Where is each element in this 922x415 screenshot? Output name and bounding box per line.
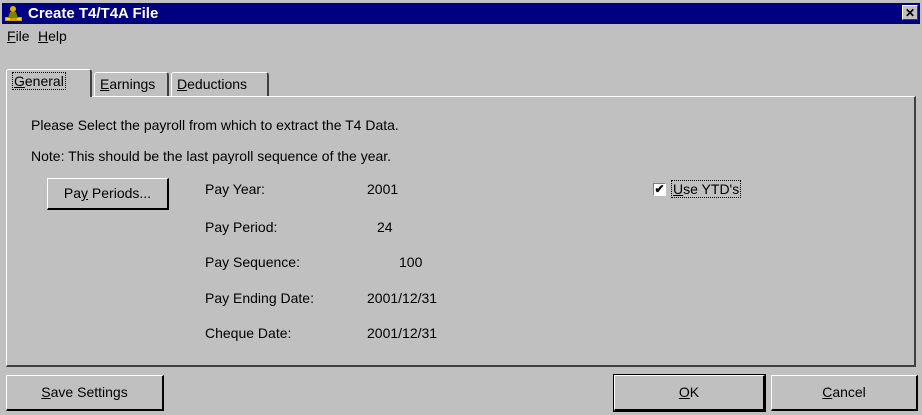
save-settings-mnemonic: S (41, 384, 51, 400)
tab-general-text: eneral (24, 73, 64, 89)
tab-general[interactable]: General (6, 69, 92, 97)
pay-periods-label-post: Periods... (88, 185, 152, 201)
save-settings-label: ave Settings (50, 384, 128, 400)
instruction-text: Please Select the payroll from which to … (31, 117, 399, 133)
cheque-date-label: Cheque Date: (205, 325, 292, 341)
menu-file-label: ile (15, 28, 30, 44)
cancel-label: ancel (832, 384, 866, 400)
app-icon (5, 6, 22, 21)
cancel-mnemonic: C (822, 384, 833, 400)
tab-general-label: General (12, 72, 66, 90)
cancel-button[interactable]: Cancel (771, 375, 918, 411)
pay-year-label: Pay Year: (205, 181, 265, 197)
close-icon: ✕ (904, 6, 916, 20)
pay-ending-date-value: 2001/12/31 (367, 290, 438, 306)
cheque-date-value: 2001/12/31 (367, 325, 438, 341)
use-ytd-checkbox[interactable]: ✔ (653, 183, 666, 196)
use-ytd-label[interactable]: Use YTD's (671, 180, 742, 198)
ok-button[interactable]: OK (613, 374, 766, 412)
use-ytd-mnemonic: U (673, 181, 684, 197)
pay-periods-label-pre: Pa (63, 185, 82, 201)
window-title: Create T4/T4A File (28, 5, 159, 22)
close-button[interactable]: ✕ (902, 5, 918, 20)
general-tab-panel: Please Select the payroll from which to … (6, 96, 916, 367)
menu-file[interactable]: File (7, 28, 30, 44)
pay-period-value: 24 (377, 219, 393, 235)
use-ytd-text: se YTD's (683, 181, 740, 197)
pay-period-label: Pay Period: (205, 219, 278, 235)
create-t4-window: Create T4/T4A File ✕ File Help General E… (0, 0, 922, 415)
ok-mnemonic: O (678, 384, 690, 400)
menu-help-label: elp (48, 28, 67, 44)
menu-bar: File Help (2, 27, 920, 46)
title-bar[interactable]: Create T4/T4A File ✕ (2, 3, 920, 24)
pay-periods-mnemonic: y (81, 185, 89, 201)
checkmark-icon: ✔ (654, 182, 665, 196)
ok-label: K (689, 384, 700, 400)
pay-sequence-label: Pay Sequence: (205, 254, 300, 270)
tab-deductions[interactable]: Deductions (171, 72, 269, 96)
tab-general-mnemonic: G (14, 73, 25, 89)
tab-earnings-label: arnings (109, 76, 156, 92)
menu-file-mnemonic: F (7, 28, 16, 44)
pay-periods-button[interactable]: Pay Periods... (47, 178, 169, 210)
menu-help-mnemonic: H (38, 28, 49, 44)
tab-deductions-label: eductions (187, 76, 248, 92)
pay-year-value: 2001 (367, 181, 399, 197)
tab-earnings[interactable]: Earnings (94, 72, 169, 96)
tab-earnings-mnemonic: E (100, 76, 110, 92)
tab-deductions-mnemonic: D (177, 76, 188, 92)
note-text: Note: This should be the last payroll se… (31, 148, 392, 164)
save-settings-button[interactable]: Save Settings (6, 375, 164, 411)
menu-help[interactable]: Help (38, 28, 67, 44)
pay-sequence-value: 100 (399, 254, 423, 270)
pay-ending-date-label: Pay Ending Date: (205, 290, 314, 306)
